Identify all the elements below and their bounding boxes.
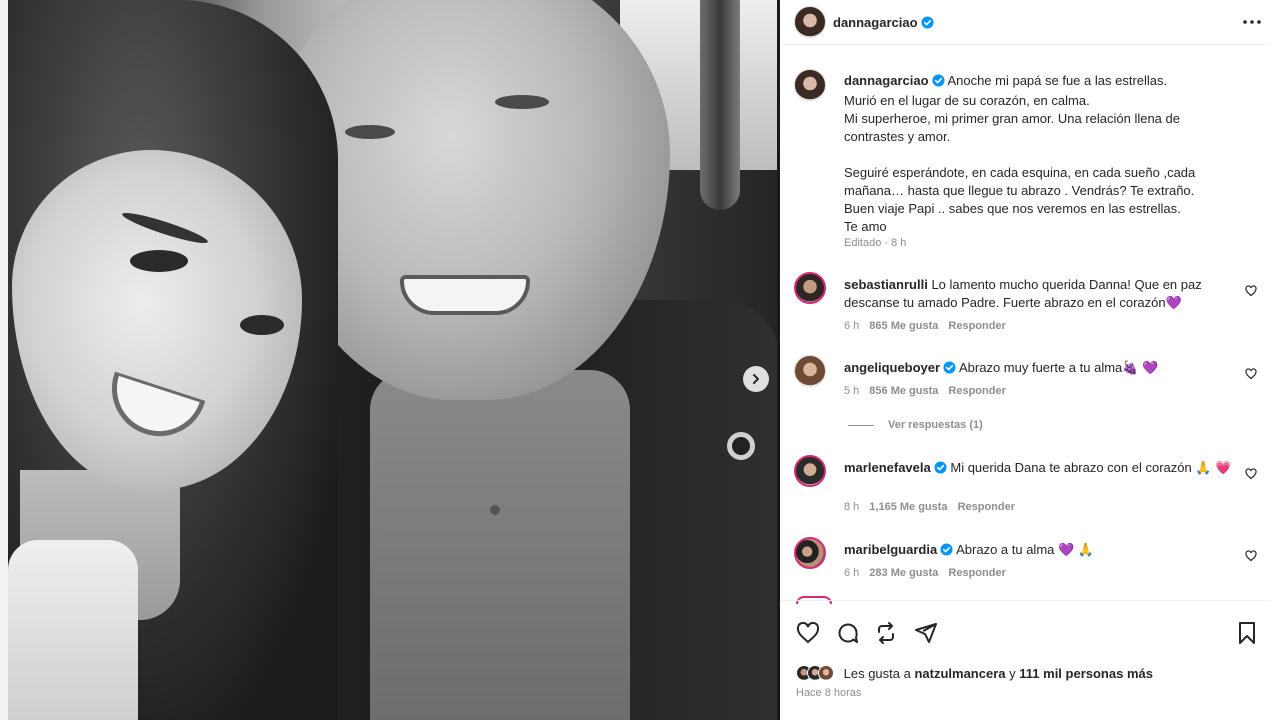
photo-jacket-snap [727, 432, 755, 460]
photo-man-shirt [370, 370, 630, 720]
author-username[interactable]: dannagarciao [833, 15, 918, 30]
verified-badge-icon [934, 461, 947, 479]
caption-meta: Editado · 8 h [844, 237, 907, 249]
likes-count[interactable]: 111 mil personas más [1019, 666, 1153, 681]
author-username-row: dannagarciao [833, 14, 934, 34]
comment-username[interactable]: marlenefavela [844, 460, 931, 475]
more-options-button[interactable] [1242, 12, 1262, 37]
comment-body: sebastianrulli Lo lamento mucho querida … [844, 276, 1244, 312]
share-icon [915, 623, 937, 643]
comment-avatar[interactable] [794, 537, 826, 569]
caption-avatar[interactable] [794, 69, 826, 101]
comment-time: 6 h [844, 567, 860, 579]
caption-text: Anoche mi papá se fue a las estrellas. M… [844, 73, 1196, 234]
share-button[interactable] [914, 621, 938, 650]
comment-time: 8 h [844, 501, 860, 513]
post-details-panel: dannagarciao dannagarciao Anoche mi papá… [780, 0, 1280, 720]
likes-user[interactable]: natzulmancera [914, 666, 1005, 681]
likes-prefix: Les gusta a [843, 666, 911, 681]
heart-icon [1245, 368, 1257, 380]
more-horizontal-icon [1243, 20, 1261, 24]
comment-like-button[interactable] [1245, 467, 1257, 485]
likes-mid: y [1009, 666, 1016, 681]
photo-woman-blouse [8, 540, 138, 720]
comment-avatar[interactable] [794, 455, 826, 487]
comment-like-button[interactable] [1245, 284, 1257, 302]
comment-likes[interactable]: 856 Me gusta [869, 385, 938, 397]
repost-button[interactable] [874, 621, 898, 650]
photo-man-eye-right [495, 95, 549, 109]
comment-text: Abrazo a tu alma 💜 🙏 [956, 542, 1094, 557]
like-button[interactable] [796, 621, 820, 650]
caption-username[interactable]: dannagarciao [844, 73, 929, 88]
comment-meta: 8 h 1,165 Me gusta Responder [844, 501, 1025, 513]
comment-meta: 5 h 856 Me gusta Responder [844, 385, 1016, 397]
comment-text: Mi querida Dana te abrazo con el corazón… [950, 460, 1232, 475]
verified-badge-icon [920, 16, 934, 34]
post-timestamp[interactable]: Hace 8 horas [796, 687, 861, 699]
comment-like-button[interactable] [1245, 549, 1257, 567]
heart-icon [796, 621, 820, 644]
view-replies-button[interactable]: Ver respuestas (1) [848, 419, 983, 431]
heart-icon [1245, 550, 1257, 562]
verified-badge-icon [931, 74, 945, 92]
comment-icon [838, 623, 858, 643]
post-header: dannagarciao [780, 0, 1270, 45]
comment-body: marlenefavela Mi querida Dana te abrazo … [844, 459, 1244, 479]
comment-username[interactable]: maribelguardia [844, 542, 937, 557]
photo-woman-eye-left [130, 250, 188, 272]
comment-body: maribelguardia Abrazo a tu alma 💜 🙏 [844, 541, 1244, 561]
photo-background-plant [700, 0, 740, 210]
comment-likes[interactable]: 865 Me gusta [869, 320, 938, 332]
photo-man-eye-left [345, 125, 395, 139]
comment-meta: 6 h 865 Me gusta Responder [844, 320, 1016, 332]
comment-reply-button[interactable]: Responder [948, 320, 1005, 332]
photo-shirt-button [490, 505, 500, 515]
comment-reply-button[interactable]: Responder [948, 567, 1005, 579]
comment-avatar[interactable] [794, 272, 826, 304]
bookmark-icon [1239, 622, 1255, 644]
comment-username[interactable]: sebastianrulli [844, 277, 928, 292]
comment-meta: 6 h 283 Me gusta Responder [844, 567, 1016, 579]
comment-avatar[interactable] [794, 355, 826, 387]
post-photo[interactable] [0, 0, 780, 720]
repost-icon [878, 622, 894, 644]
heart-icon [1245, 285, 1257, 297]
author-avatar[interactable] [794, 6, 826, 38]
verified-badge-icon [940, 543, 953, 561]
edited-label: Editado [844, 237, 882, 249]
view-replies-line [848, 424, 874, 426]
next-photo-button[interactable] [743, 366, 769, 392]
photo-woman-eye-right [240, 315, 284, 335]
post-actions-bar: Les gusta a natzulmancera y 111 mil pers… [780, 600, 1270, 720]
comment-reply-button[interactable]: Responder [958, 501, 1015, 513]
comment-time: 5 h [844, 385, 860, 397]
photo-man-smile [400, 275, 530, 315]
comment-likes[interactable]: 283 Me gusta [869, 567, 938, 579]
likes-summary: Les gusta a natzulmancera y 111 mil pers… [796, 665, 1153, 681]
comment-button[interactable] [836, 621, 860, 650]
chevron-right-icon [753, 374, 759, 384]
edited-time: 8 h [891, 237, 907, 249]
comment-time: 6 h [844, 320, 860, 332]
comment-username[interactable]: angeliqueboyer [844, 360, 940, 375]
liker-avatar [818, 665, 834, 681]
caption-body: dannagarciao Anoche mi papá se fue a las… [844, 72, 1224, 236]
view-replies-label: Ver respuestas (1) [888, 419, 983, 431]
save-button[interactable] [1236, 621, 1258, 650]
comment-text: Abrazo muy fuerte a tu alma🍇 💜 [958, 360, 1159, 375]
comment-reply-button[interactable]: Responder [948, 385, 1005, 397]
comment-likes[interactable]: 1,165 Me gusta [869, 501, 947, 513]
heart-icon [1245, 468, 1257, 480]
comment-body: angeliqueboyer Abrazo muy fuerte a tu al… [844, 359, 1244, 379]
comment-like-button[interactable] [1245, 367, 1257, 385]
verified-badge-icon [943, 361, 956, 379]
